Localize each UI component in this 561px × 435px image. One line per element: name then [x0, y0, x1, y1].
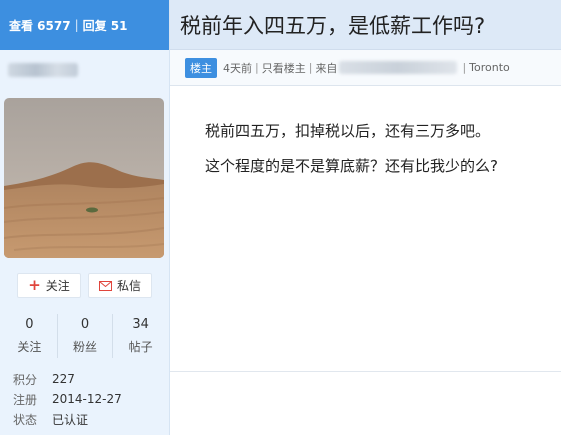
- posts-label: 帖子: [128, 340, 153, 354]
- thread-page: 查看 6577 | 回复 51 + 关注 私信 0 关注 0 粉丝 34 帖子 …: [0, 0, 561, 435]
- replies-count: 回复 51: [82, 18, 128, 33]
- info-key: 状态: [13, 412, 38, 427]
- info-value: 2014-12-27: [52, 392, 122, 406]
- source-prefix: 来自: [315, 61, 338, 75]
- following-count: 0: [25, 317, 34, 332]
- op-badge: 楼主: [185, 57, 217, 78]
- only-op-link[interactable]: 只看楼主: [262, 60, 306, 76]
- post-title-bar: 税前年入四五万，是低薪工作吗?: [170, 0, 561, 50]
- desert-dunes-avatar: [4, 98, 164, 258]
- info-key: 积分: [13, 372, 38, 387]
- post-body: 税前四五万，扣掉税以后，还有三万多吧。 这个程度的是不是算底薪？还有比我少的么?: [205, 120, 498, 177]
- post-paragraph: 这个程度的是不是算底薪？还有比我少的么?: [205, 156, 498, 175]
- followers-label: 粉丝: [73, 340, 98, 354]
- followers-count: 0: [80, 317, 90, 332]
- following-counter[interactable]: 0 关注: [2, 314, 57, 358]
- posts-counter[interactable]: 34 帖子: [112, 314, 168, 358]
- message-button[interactable]: 私信: [88, 273, 152, 298]
- divider: [170, 371, 561, 372]
- username-blurred[interactable]: [8, 63, 78, 77]
- followers-counter[interactable]: 0 粉丝: [56, 314, 113, 358]
- follow-label: 关注: [45, 279, 70, 293]
- info-value: 已认证: [52, 412, 89, 427]
- post-meta: 楼主 4天前 | 只看楼主 | 来自 | Toronto: [170, 50, 561, 86]
- post-time: 4天前: [223, 61, 252, 75]
- avatar[interactable]: [4, 98, 164, 258]
- info-row-status: 状态 已认证: [13, 409, 122, 429]
- posts-count: 34: [132, 317, 149, 332]
- author-actions: + 关注 私信: [17, 273, 152, 298]
- author-info: 积分 227 注册 2014-12-27 状态 已认证: [13, 369, 122, 429]
- info-row-points: 积分 227: [13, 369, 122, 389]
- info-row-registered: 注册 2014-12-27: [13, 389, 122, 409]
- post-paragraph: 税前四五万，扣掉税以后，还有三万多吧。: [205, 122, 491, 140]
- stats-separator: |: [74, 18, 79, 32]
- author-panel: 查看 6577 | 回复 51 + 关注 私信 0 关注 0 粉丝 34 帖子 …: [0, 0, 170, 435]
- info-value: 227: [52, 372, 75, 386]
- message-label: 私信: [116, 279, 141, 293]
- source-blurred: [339, 61, 458, 74]
- post-stats-bar: 查看 6577 | 回复 51: [0, 0, 169, 50]
- info-key: 注册: [13, 392, 38, 407]
- envelope-icon: [98, 280, 112, 291]
- following-label: 关注: [17, 340, 42, 354]
- views-count: 查看 6577: [9, 18, 71, 33]
- follow-button[interactable]: + 关注: [17, 273, 81, 298]
- post-title: 税前年入四五万，是低薪工作吗?: [180, 13, 486, 38]
- plus-icon: +: [28, 276, 41, 294]
- post-panel: 税前年入四五万，是低薪工作吗? 楼主 4天前 | 只看楼主 | 来自 | Tor…: [170, 0, 561, 435]
- post-location: Toronto: [469, 61, 510, 74]
- author-counters: 0 关注 0 粉丝 34 帖子: [2, 314, 168, 358]
